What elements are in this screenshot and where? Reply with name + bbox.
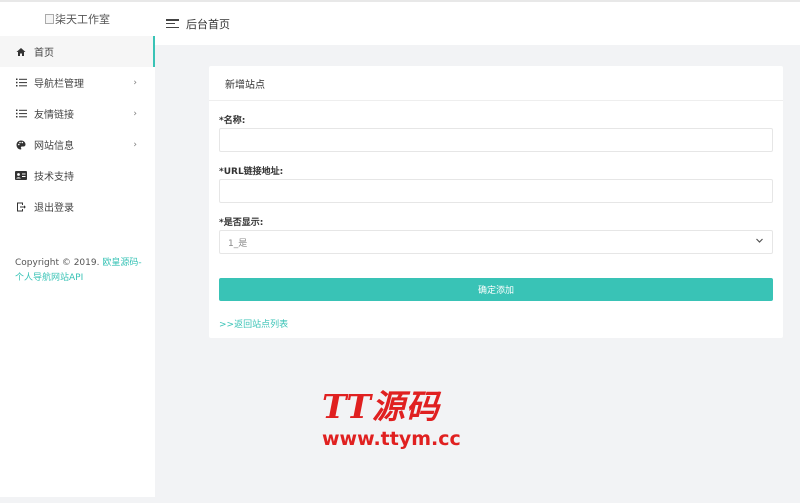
list-icon xyxy=(14,109,28,118)
id-card-icon xyxy=(14,171,28,180)
sidebar-item-tech-support[interactable]: 技术支持 xyxy=(0,160,155,191)
chevron-down-icon xyxy=(755,236,764,248)
show-select-value: 1_是 xyxy=(228,238,248,249)
logo-alt-text: 柒天工作室 xyxy=(55,13,110,26)
url-input[interactable] xyxy=(219,179,773,203)
sidebar-item-site-info[interactable]: 网站信息 › xyxy=(0,129,155,160)
sidebar-item-logout[interactable]: 退出登录 xyxy=(0,191,155,222)
chevron-right-icon: › xyxy=(133,77,137,88)
sidebar-item-label: 友情链接 xyxy=(34,110,74,121)
url-label: *URL链接地址: xyxy=(219,167,284,177)
show-select[interactable]: 1_是 xyxy=(219,230,773,254)
logout-icon xyxy=(14,202,28,212)
sidebar-item-label: 导航栏管理 xyxy=(34,79,84,90)
copyright-text: Copyright © 2019. xyxy=(15,258,103,268)
submit-button[interactable]: 确定添加 xyxy=(219,278,773,301)
name-label: *名称: xyxy=(219,116,246,126)
sidebar-item-label: 退出登录 xyxy=(34,203,74,214)
top-bar: 后台首页 xyxy=(155,0,800,45)
broken-image-icon xyxy=(45,14,54,24)
list-icon xyxy=(14,78,28,87)
back-to-list-link[interactable]: >>返回站点列表 xyxy=(219,317,288,330)
chevron-right-icon: › xyxy=(133,139,137,150)
show-label: *是否显示: xyxy=(219,218,264,228)
home-icon xyxy=(14,47,28,57)
watermark-brand: TT源码 xyxy=(322,387,440,426)
logo[interactable]: 柒天工作室 xyxy=(0,2,155,36)
copyright: Copyright © 2019. 欧皇源码-个人导航网站API xyxy=(15,256,145,286)
sidebar-item-label: 技术支持 xyxy=(34,172,74,183)
sidebar-item-home[interactable]: 首页 xyxy=(0,36,155,67)
sidebar-item-label: 首页 xyxy=(34,48,54,59)
sidebar-item-friend-links[interactable]: 友情链接 › xyxy=(0,98,155,129)
hamburger-icon[interactable] xyxy=(166,19,179,28)
add-site-card: 新增站点 *名称: *URL链接地址: *是否显示: 1_是 确定添加 >>返回… xyxy=(209,66,783,338)
sidebar-item-label: 网站信息 xyxy=(34,141,74,152)
watermark: TT源码 www.ttym.cc xyxy=(322,388,482,451)
sidebar-item-nav-management[interactable]: 导航栏管理 › xyxy=(0,67,155,98)
name-input[interactable] xyxy=(219,128,773,152)
page-title: 后台首页 xyxy=(186,17,230,31)
chevron-right-icon: › xyxy=(133,108,137,119)
palette-icon xyxy=(14,140,28,150)
watermark-url: www.ttym.cc xyxy=(322,428,461,450)
card-title: 新增站点 xyxy=(209,66,783,101)
sidebar: 柒天工作室 首页 导航栏管理 › 友情链接 › 网站信息 › 技术支持 退出登录… xyxy=(0,0,155,497)
